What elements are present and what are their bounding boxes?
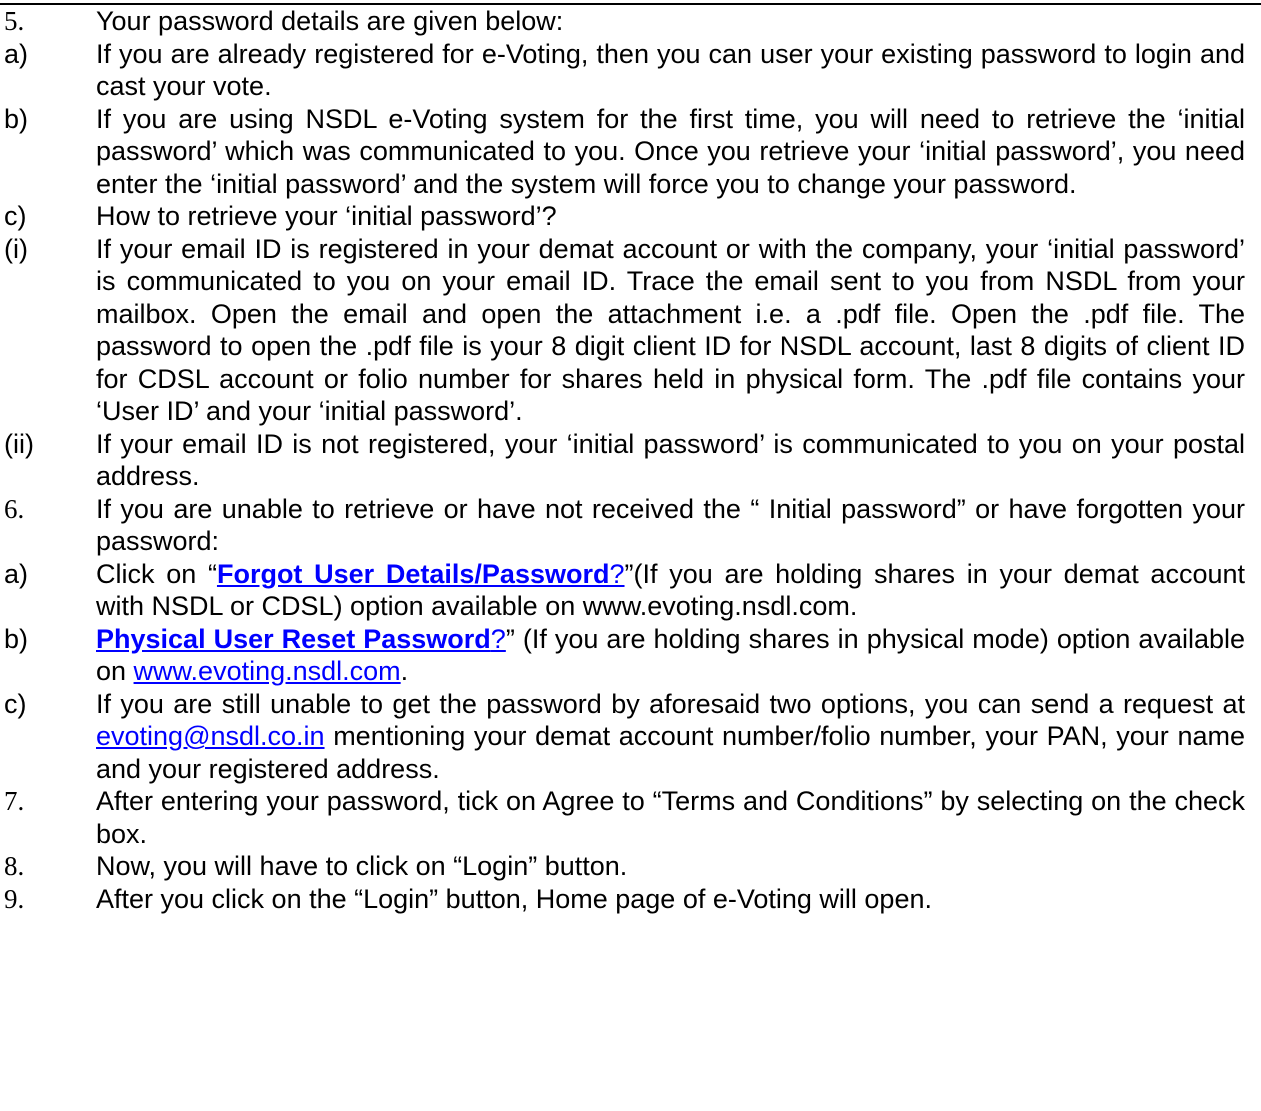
evoting-email-link[interactable]: evoting@nsdl.co.in [96,721,325,751]
item-text: How to retrieve your ‘initial password’? [96,201,557,231]
forgot-user-details-question-link[interactable]: ? [609,559,624,589]
item-7: 7. After entering your password, tick on… [0,785,1261,850]
item-marker: 5. [4,6,25,36]
item-text: Now, you will have to click on “Login” b… [96,851,628,881]
item-5: 5. Your password details are given below… [0,5,1261,38]
item-text: Physical User Reset Password?” (If you a… [96,623,1245,688]
item-5c: c) How to retrieve your ‘initial passwor… [0,200,1261,233]
item-text: If you are unable to retrieve or have no… [96,493,1245,557]
item-text: If you are using NSDL e-Voting system fo… [96,103,1245,199]
item-text: Click on “Forgot User Details/Password?”… [96,558,1245,623]
item-marker: a) [4,38,29,69]
item-marker: (i) [4,233,28,264]
item-marker: c) [4,688,27,719]
item-prefix: If you are still unable to get the passw… [96,688,1245,719]
item-text: If your email ID is registered in your d… [96,233,1245,427]
item-marker: b) [4,623,29,654]
item-text: Your password details are given below: [96,6,564,36]
item-marker: 8. [4,851,25,881]
item-5c-i: (i) If your email ID is registered in yo… [0,233,1261,428]
item-5c-ii: (ii) If your email ID is not registered,… [0,428,1261,493]
item-prefix: Click on “ [96,558,217,589]
item-6b: b) Physical User Reset Password?” (If yo… [0,623,1261,688]
item-marker: a) [4,558,29,589]
item-marker: c) [4,201,27,231]
item-end: . [400,656,409,686]
item-8: 8. Now, you will have to click on “Login… [0,850,1261,883]
forgot-user-details-link[interactable]: Forgot User Details/Password [217,559,610,589]
item-5a: a) If you are already registered for e-V… [0,38,1261,103]
item-5b: b) If you are using NSDL e-Voting system… [0,103,1261,201]
item-marker: 7. [4,786,25,816]
item-text: After entering your password, tick on Ag… [96,786,1245,849]
evoting-website-link[interactable]: www.evoting.nsdl.com [134,656,401,686]
item-6c: c) If you are still unable to get the pa… [0,688,1261,786]
instructions-document: 5. Your password details are given below… [0,5,1261,915]
physical-user-reset-password-link[interactable]: Physical User Reset Password [96,624,491,654]
item-marker: b) [4,103,29,134]
item-6: 6. If you are unable to retrieve or have… [0,493,1261,558]
item-text: If your email ID is not registered, your… [96,428,1245,492]
item-text: After you click on the “Login” button, H… [96,883,932,914]
item-marker: (ii) [4,428,34,459]
item-marker: 6. [4,493,25,524]
item-9: 9. After you click on the “Login” button… [0,883,1261,916]
physical-user-reset-question-link[interactable]: ? [491,624,506,654]
item-6a: a) Click on “Forgot User Details/Passwor… [0,558,1261,623]
item-marker: 9. [4,883,25,914]
item-text: If you are already registered for e-Voti… [96,38,1245,102]
item-text: If you are still unable to get the passw… [96,688,1245,786]
